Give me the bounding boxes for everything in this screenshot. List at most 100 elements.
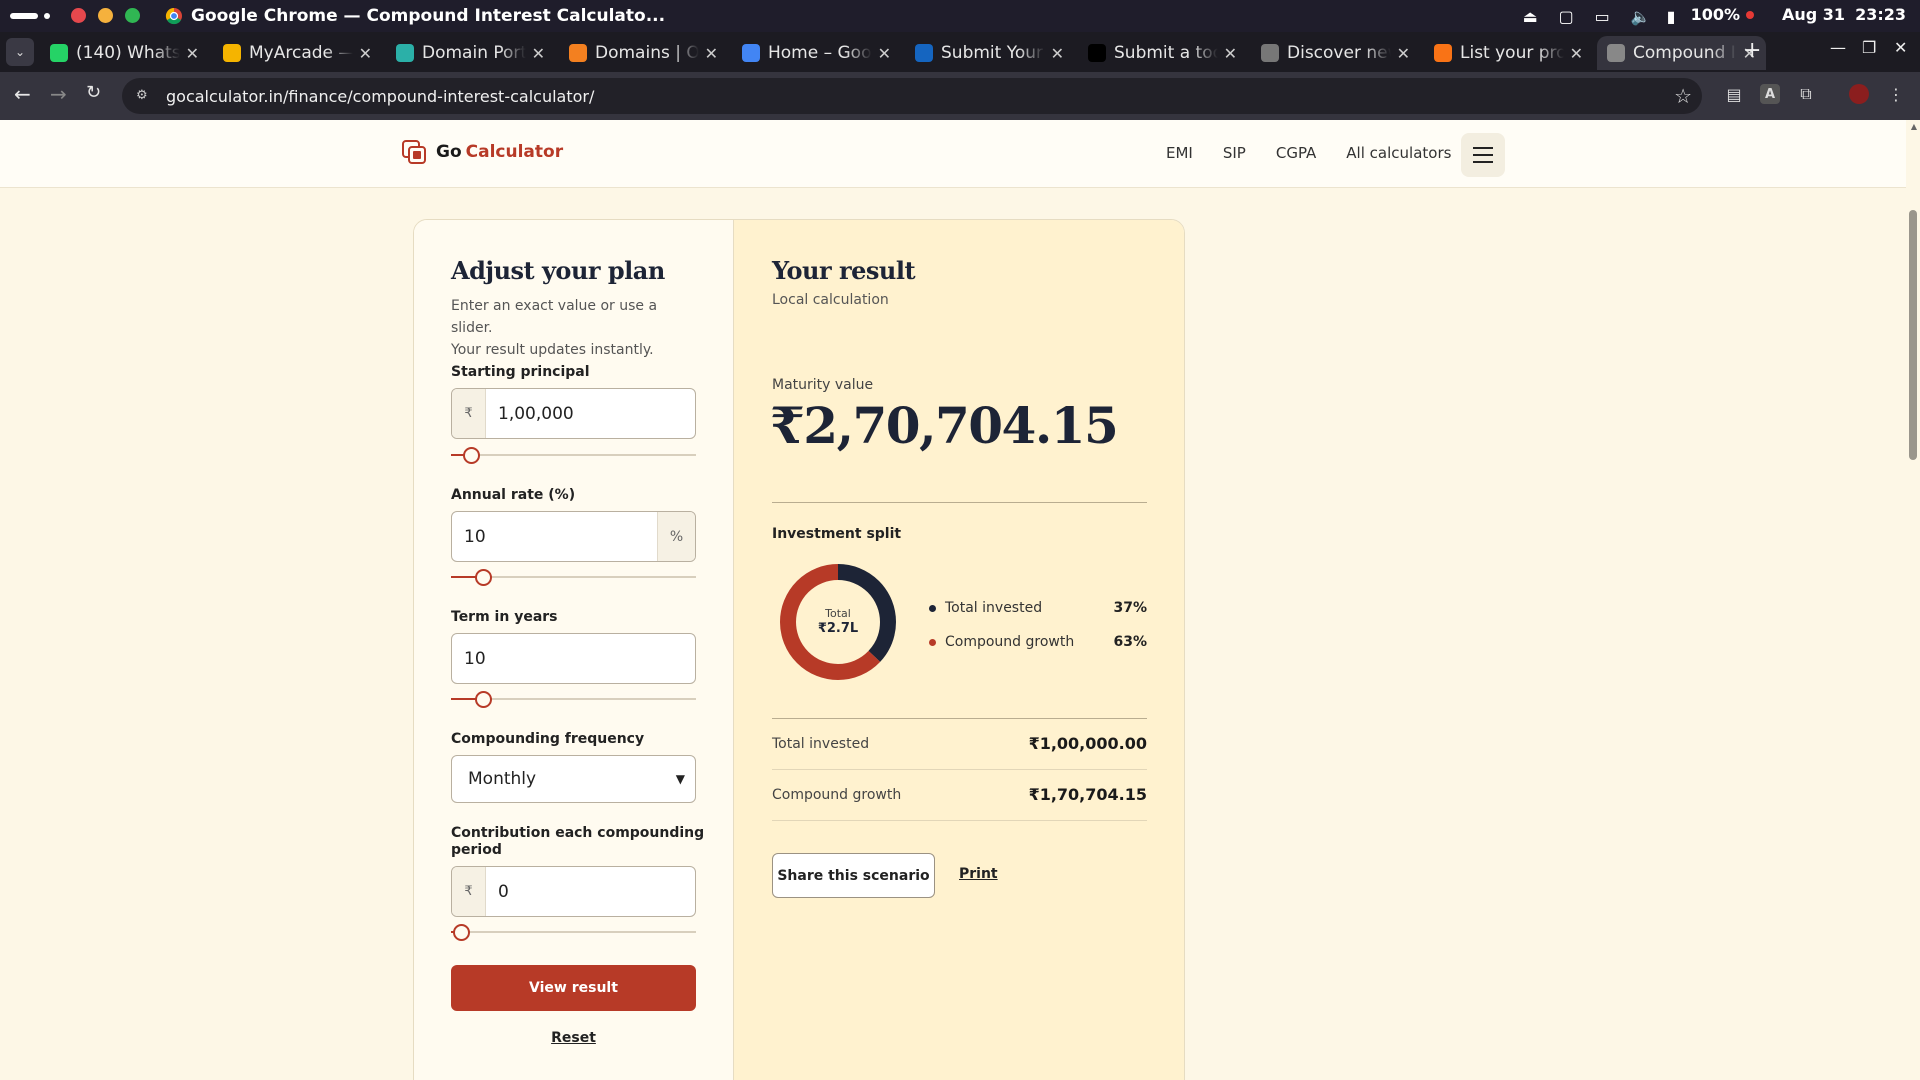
principal-input[interactable]: ₹ 1,00,000 bbox=[451, 388, 696, 439]
scroll-up-arrow-icon[interactable]: ▲ bbox=[1911, 122, 1917, 131]
nav-link-emi[interactable]: EMI bbox=[1166, 144, 1193, 162]
browser-tab[interactable]: Submit a tool ✕ bbox=[1078, 36, 1247, 70]
extension-a-icon[interactable]: A bbox=[1760, 84, 1780, 104]
browser-tab[interactable]: (140) WhatsApp ✕ bbox=[40, 36, 209, 70]
google-drive-icon bbox=[742, 44, 760, 62]
scrollbar-thumb[interactable] bbox=[1909, 210, 1917, 460]
form-subtitle: Enter an exact value or use a slider. Yo… bbox=[451, 295, 697, 361]
donut-center-value: ₹2.7L bbox=[817, 621, 859, 636]
rate-slider-thumb[interactable] bbox=[474, 569, 492, 586]
tab-close-icon[interactable]: ✕ bbox=[1570, 44, 1583, 63]
site-logo[interactable]: Go Calculator bbox=[402, 140, 563, 164]
minimize-window-button[interactable]: — bbox=[1830, 38, 1846, 57]
legend-name: Compound growth bbox=[945, 634, 1075, 650]
browser-tab[interactable]: MyArcade — ✕ bbox=[213, 36, 382, 70]
window-close-dot[interactable] bbox=[71, 8, 86, 23]
tab-search-button[interactable]: ⌄ bbox=[6, 38, 34, 66]
volume-icon[interactable]: 🔈 bbox=[1631, 7, 1651, 26]
row-value: ₹1,00,000.00 bbox=[1028, 734, 1147, 753]
workspace-dot bbox=[44, 13, 50, 19]
tab-close-icon[interactable]: ✕ bbox=[359, 44, 372, 63]
tab-close-icon[interactable]: ✕ bbox=[878, 44, 891, 63]
rate-slider[interactable] bbox=[451, 567, 696, 587]
maturity-label: Maturity value bbox=[772, 377, 874, 393]
rupee-prefix: ₹ bbox=[452, 389, 486, 438]
tab-close-icon[interactable]: ✕ bbox=[1224, 44, 1237, 63]
rows-divider-bottom bbox=[772, 820, 1147, 821]
nav-link-all-calculators[interactable]: All calculators bbox=[1346, 144, 1451, 162]
clock-time: 23:23 bbox=[1855, 5, 1906, 24]
rate-input[interactable]: 10 % bbox=[451, 511, 696, 562]
calculator-card: Adjust your plan Enter an exact value or… bbox=[413, 219, 1185, 1080]
screen-icon[interactable]: ▭ bbox=[1595, 7, 1613, 26]
address-bar[interactable]: ⚙ gocalculator.in/finance/compound-inter… bbox=[122, 78, 1702, 114]
logo-text-go: Go bbox=[436, 142, 462, 162]
window-minimize-dot[interactable] bbox=[98, 8, 113, 23]
view-result-button[interactable]: View result bbox=[451, 965, 696, 1011]
window-zoom-dot[interactable] bbox=[125, 8, 140, 23]
arcade-icon bbox=[223, 44, 241, 62]
new-tab-button[interactable]: + bbox=[1743, 38, 1761, 63]
tab-close-icon[interactable]: ✕ bbox=[705, 44, 718, 63]
tab-close-icon[interactable]: ✕ bbox=[186, 44, 199, 63]
page-scrollbar[interactable]: ▲ bbox=[1906, 120, 1920, 1080]
tab-close-icon[interactable]: ✕ bbox=[532, 44, 545, 63]
term-slider[interactable] bbox=[451, 689, 696, 709]
principal-slider[interactable] bbox=[451, 445, 696, 465]
nav-link-sip[interactable]: SIP bbox=[1223, 144, 1246, 162]
nav-link-cgpa[interactable]: CGPA bbox=[1276, 144, 1316, 162]
browser-tab[interactable]: Compound Interest✕ bbox=[1597, 36, 1766, 70]
close-window-button[interactable]: ✕ bbox=[1894, 38, 1907, 57]
result-subtitle: Local calculation bbox=[772, 292, 889, 308]
hamburger-menu-icon[interactable] bbox=[1461, 133, 1505, 177]
legend-pct: 37% bbox=[1113, 600, 1147, 616]
bookmark-star-icon[interactable]: ☆ bbox=[1674, 84, 1692, 108]
principal-slider-thumb[interactable] bbox=[462, 447, 480, 464]
tab-close-icon[interactable]: ✕ bbox=[1051, 44, 1064, 63]
cloud-icon bbox=[569, 44, 587, 62]
extension-tab-icon[interactable]: ▤ bbox=[1724, 84, 1744, 104]
frequency-select[interactable]: Monthly ▼ bbox=[451, 755, 696, 803]
browser-tab[interactable]: Discover new ✕ bbox=[1251, 36, 1420, 70]
browser-tab[interactable]: List your product ✕ bbox=[1424, 36, 1593, 70]
term-slider-thumb[interactable] bbox=[474, 691, 492, 708]
browser-tab[interactable]: Submit Your ✕ bbox=[905, 36, 1074, 70]
reload-button[interactable]: ↻ bbox=[86, 82, 101, 103]
form-subtitle-line-2: Your result updates instantly. bbox=[451, 342, 654, 358]
browser-tab[interactable]: Domains | Overview ✕ bbox=[559, 36, 728, 70]
page-icon bbox=[1607, 44, 1625, 62]
contribution-slider-thumb[interactable] bbox=[452, 924, 470, 941]
rate-label: Annual rate (%) bbox=[451, 487, 576, 503]
result-divider bbox=[772, 502, 1147, 503]
site-info-icon[interactable]: ⚙ bbox=[136, 88, 152, 104]
tab-strip: ⌄ (140) WhatsApp✕MyArcade — ✕Domain Port… bbox=[0, 32, 1920, 72]
print-link[interactable]: Print bbox=[959, 866, 998, 882]
domain-icon bbox=[396, 44, 414, 62]
forward-button[interactable]: → bbox=[50, 82, 67, 106]
frequency-label: Compounding frequency bbox=[451, 731, 645, 747]
extensions-puzzle-icon[interactable]: ⧉ bbox=[1796, 84, 1816, 104]
donut-center-label: Total bbox=[825, 607, 851, 620]
chrome-menu-icon[interactable]: ⋮ bbox=[1886, 84, 1906, 104]
contribution-input[interactable]: ₹ 0 bbox=[451, 866, 696, 917]
browser-tab[interactable]: Domain Portfolio ✕ bbox=[386, 36, 555, 70]
clipboard-icon[interactable]: ▢ bbox=[1559, 7, 1577, 26]
profile-avatar[interactable] bbox=[1849, 84, 1869, 104]
activities-indicator[interactable] bbox=[10, 13, 38, 19]
browser-tab[interactable]: Home – Google ✕ bbox=[732, 36, 901, 70]
term-input[interactable]: 10 bbox=[451, 633, 696, 684]
restore-window-button[interactable]: ❐ bbox=[1862, 38, 1876, 57]
reset-link[interactable]: Reset bbox=[451, 1030, 696, 1046]
site-nav: EMI SIP CGPA All calculators bbox=[1166, 144, 1451, 162]
eject-icon[interactable]: ⏏ bbox=[1523, 7, 1541, 26]
battery-icon[interactable]: ▮ bbox=[1667, 7, 1685, 26]
tab-label: List your product bbox=[1460, 43, 1564, 63]
chrome-icon bbox=[165, 7, 182, 25]
window-title: Google Chrome — Compound Interest Calcul… bbox=[165, 6, 665, 26]
term-value: 10 bbox=[464, 648, 486, 669]
tab-close-icon[interactable]: ✕ bbox=[1397, 44, 1410, 63]
principal-value: 1,00,000 bbox=[498, 403, 574, 424]
share-scenario-button[interactable]: Share this scenario bbox=[772, 853, 935, 898]
back-button[interactable]: ← bbox=[14, 82, 31, 106]
contribution-slider[interactable] bbox=[451, 922, 696, 942]
